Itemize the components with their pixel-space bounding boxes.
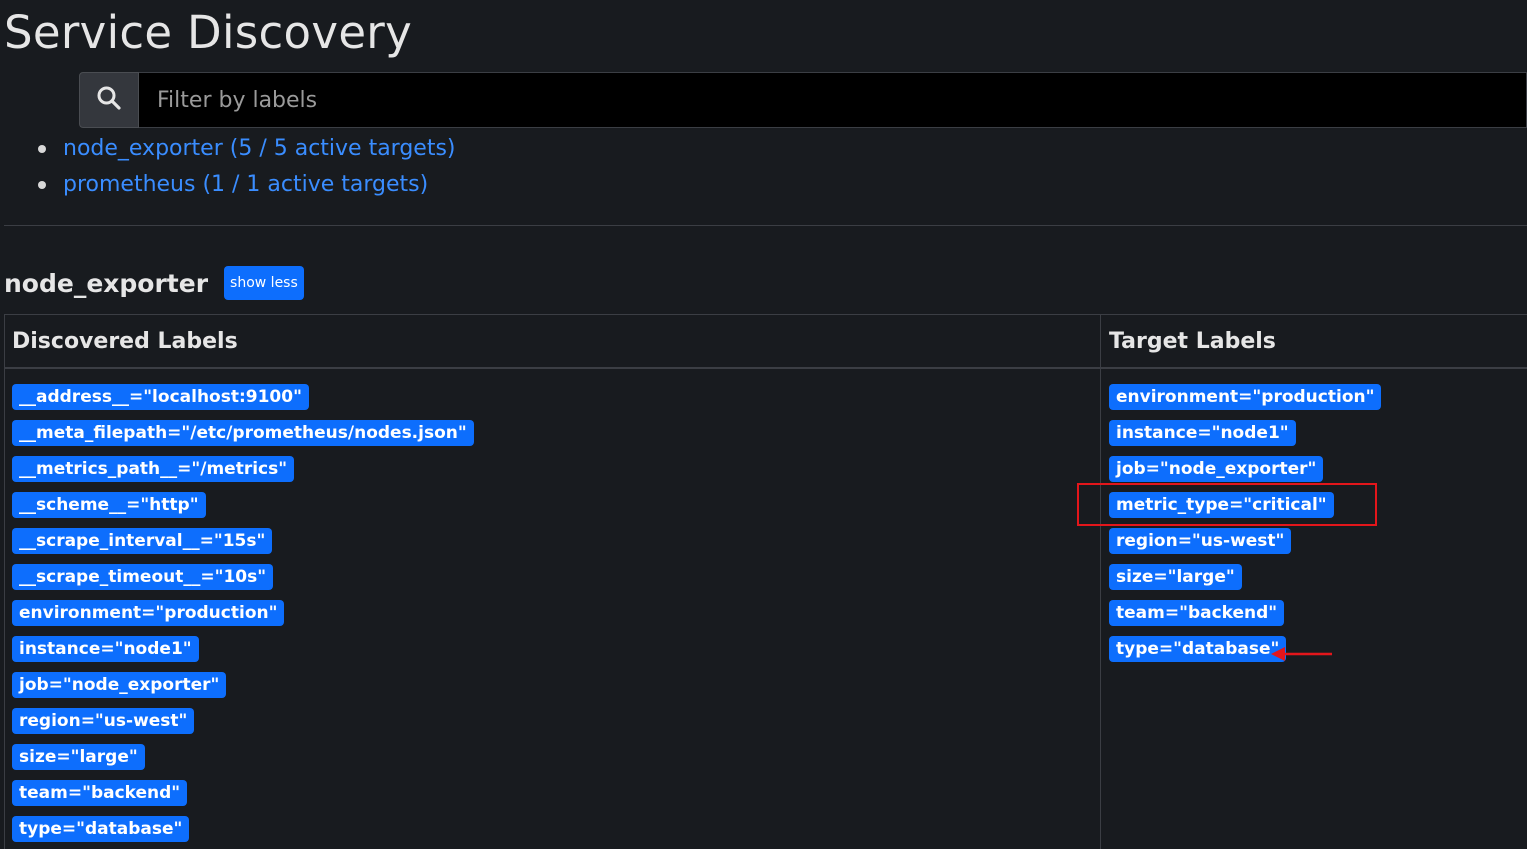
- list-item: region="us-west": [12, 708, 474, 744]
- labels-table: Discovered Labels Target Labels __addres…: [4, 314, 1527, 849]
- label-badge: type="database": [1109, 636, 1287, 662]
- label-badge: job="node_exporter": [12, 672, 227, 698]
- list-item: team="backend": [12, 780, 474, 816]
- column-header-discovered-labels: Discovered Labels: [12, 329, 238, 354]
- section-title: node_exporter: [4, 268, 209, 298]
- column-divider: [1100, 315, 1101, 849]
- search-input[interactable]: [139, 72, 1527, 128]
- annotation-highlight-box: [1077, 483, 1377, 526]
- show-less-button[interactable]: show less: [224, 266, 304, 300]
- list-item: instance="node1": [12, 636, 474, 672]
- list-item: job="node_exporter": [12, 672, 474, 708]
- list-item: __address__="localhost:9100": [12, 384, 474, 420]
- bullet-icon: [38, 181, 46, 189]
- job-link-prometheus[interactable]: prometheus (1 / 1 active targets): [63, 172, 428, 197]
- list-item: region="us-west": [1109, 528, 1381, 564]
- list-item: __scrape_interval__="15s": [12, 528, 474, 564]
- target-labels-list: environment="production" instance="node1…: [1109, 384, 1382, 672]
- label-badge: instance="node1": [12, 636, 199, 662]
- page-title: Service Discovery: [4, 6, 413, 59]
- list-item: instance="node1": [1109, 420, 1381, 456]
- list-item: __scheme__="http": [12, 492, 474, 528]
- column-header-target-labels: Target Labels: [1109, 329, 1276, 354]
- label-badge: team="backend": [12, 780, 188, 806]
- job-link-node-exporter[interactable]: node_exporter (5 / 5 active targets): [63, 136, 456, 161]
- list-item: __metrics_path__="/metrics": [12, 456, 474, 492]
- label-badge: instance="node1": [1109, 420, 1296, 446]
- label-badge: type="database": [12, 816, 190, 842]
- annotation-arrow-icon: [1270, 644, 1334, 668]
- label-badge: __address__="localhost:9100": [12, 384, 309, 410]
- label-badge: environment="production": [1109, 384, 1382, 410]
- list-item: size="large": [1109, 564, 1381, 600]
- list-item: node_exporter (5 / 5 active targets): [35, 131, 456, 167]
- label-badge: region="us-west": [12, 708, 195, 734]
- label-badge: __meta_filepath="/etc/prometheus/nodes.j…: [12, 420, 474, 446]
- job-list: node_exporter (5 / 5 active targets) pro…: [35, 131, 456, 203]
- label-badge: region="us-west": [1109, 528, 1292, 554]
- bullet-icon: [38, 145, 46, 153]
- list-item: __meta_filepath="/etc/prometheus/nodes.j…: [12, 420, 474, 456]
- job-section-header: node_exporter show less: [4, 266, 304, 300]
- label-badge: __scrape_interval__="15s": [12, 528, 273, 554]
- search-button[interactable]: [79, 72, 139, 128]
- label-badge: job="node_exporter": [1109, 456, 1324, 482]
- label-badge: __metrics_path__="/metrics": [12, 456, 295, 482]
- label-filter: [79, 72, 1527, 128]
- list-item: environment="production": [1109, 384, 1382, 420]
- label-badge: environment="production": [12, 600, 285, 626]
- list-item: type="database": [12, 816, 474, 849]
- list-item: environment="production": [12, 600, 474, 636]
- label-badge: __scrape_timeout__="10s": [12, 564, 274, 590]
- list-item: prometheus (1 / 1 active targets): [35, 167, 456, 203]
- divider: [4, 225, 1527, 226]
- label-badge: size="large": [1109, 564, 1242, 590]
- header-divider: [5, 367, 1527, 369]
- list-item: __scrape_timeout__="10s": [12, 564, 474, 600]
- list-item: size="large": [12, 744, 474, 780]
- discovered-labels-list: __address__="localhost:9100" __meta_file…: [12, 384, 474, 849]
- list-item: type="database": [1109, 636, 1381, 672]
- label-badge: team="backend": [1109, 600, 1285, 626]
- label-badge: __scheme__="http": [12, 492, 206, 518]
- service-discovery-page: Service Discovery node_exporter (5 / 5 a…: [0, 0, 1527, 849]
- list-item: team="backend": [1109, 600, 1381, 636]
- search-icon: [96, 85, 122, 115]
- label-badge: size="large": [12, 744, 145, 770]
